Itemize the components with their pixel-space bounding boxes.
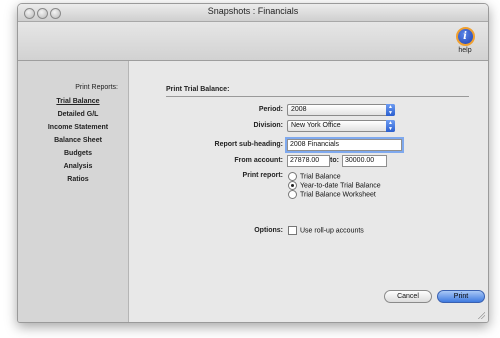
rollup-checkbox[interactable]: Use roll-up accounts xyxy=(288,226,364,235)
print-report-label: Print report: xyxy=(242,172,283,179)
to-label: to: xyxy=(330,157,339,164)
radio-button-icon xyxy=(288,172,297,181)
period-label: Period: xyxy=(258,106,283,113)
sidebar-item-detailed-gl[interactable]: Detailed G/L xyxy=(28,111,128,118)
sidebar-heading: Print Reports: xyxy=(75,84,118,91)
window-title: Snapshots : Financials xyxy=(207,6,299,16)
subheading-input[interactable]: 2008 Financials xyxy=(287,139,402,151)
to-account-input[interactable]: 30000.00 xyxy=(342,155,387,167)
sidebar-item-budgets[interactable]: Budgets xyxy=(28,150,128,157)
radio-button-icon xyxy=(288,190,297,199)
rollup-label: Use roll-up accounts xyxy=(300,227,364,235)
info-icon: i xyxy=(455,27,475,46)
radio-ytd-trial-balance[interactable]: Year-to-date Trial Balance xyxy=(288,181,381,190)
from-account-input[interactable]: 27878.00 xyxy=(287,155,330,167)
radio-trial-balance[interactable]: Trial Balance xyxy=(288,172,341,181)
radio-button-selected-icon xyxy=(288,181,297,190)
section-divider xyxy=(166,96,469,97)
toolbar: i help xyxy=(18,22,488,61)
division-label: Division: xyxy=(253,122,283,129)
sidebar-item-trial-balance[interactable]: Trial Balance xyxy=(28,98,128,105)
subheading-label: Report sub-heading: xyxy=(214,141,283,148)
radio-trial-balance-worksheet[interactable]: Trial Balance Worksheet xyxy=(288,190,376,199)
from-account-label: From account: xyxy=(234,157,283,164)
checkbox-icon xyxy=(288,226,297,235)
division-value: New York Office xyxy=(291,122,341,129)
updown-arrows-icon: ▲ ▼ xyxy=(386,104,395,116)
period-select[interactable]: 2008 ▲ ▼ xyxy=(287,104,395,116)
sidebar-item-income-statement[interactable]: Income Statement xyxy=(28,124,128,131)
section-title: Print Trial Balance: xyxy=(166,86,230,93)
title-bar: Snapshots : Financials xyxy=(18,4,488,22)
sidebar-item-analysis[interactable]: Analysis xyxy=(28,163,128,170)
main-panel: Print Trial Balance: Period: 2008 ▲ ▼ Div… xyxy=(129,61,488,322)
app-window: Snapshots : Financials i help Print Repo… xyxy=(17,3,489,323)
print-button[interactable]: Print xyxy=(437,290,485,303)
cancel-button[interactable]: Cancel xyxy=(384,290,432,303)
radio-label: Trial Balance xyxy=(300,173,341,181)
radio-label: Trial Balance Worksheet xyxy=(300,191,376,199)
options-label: Options: xyxy=(254,227,283,234)
sidebar-item-balance-sheet[interactable]: Balance Sheet xyxy=(28,137,128,144)
sidebar: Print Reports: Trial Balance Detailed G/… xyxy=(18,61,129,322)
sidebar-item-ratios[interactable]: Ratios xyxy=(28,176,128,183)
help-button[interactable]: i help xyxy=(454,27,476,54)
radio-label: Year-to-date Trial Balance xyxy=(300,182,381,190)
updown-arrows-icon: ▲ ▼ xyxy=(386,120,395,132)
division-select[interactable]: New York Office ▲ ▼ xyxy=(287,120,395,132)
resize-grip-icon[interactable] xyxy=(477,311,485,319)
help-label: help xyxy=(458,47,472,54)
period-value: 2008 xyxy=(291,106,307,113)
